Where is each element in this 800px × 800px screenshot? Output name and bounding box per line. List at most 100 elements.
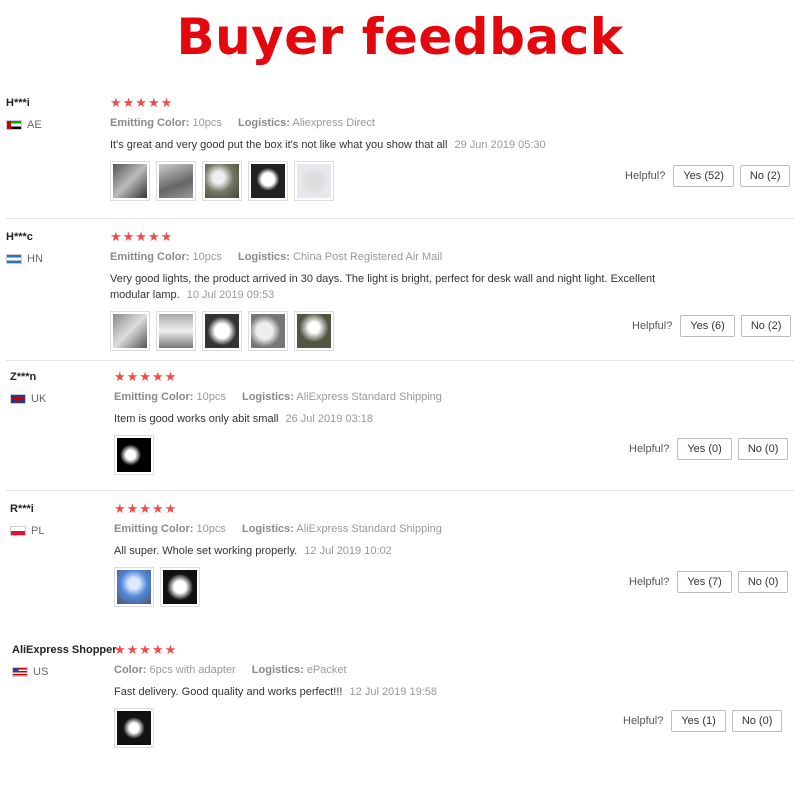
review-photo-thumb[interactable] (114, 567, 154, 607)
helpful-label: Helpful? (623, 715, 664, 727)
review-photo-thumb[interactable] (160, 567, 200, 607)
logistics-value: Aliexpress Direct (292, 117, 375, 129)
helpful-no-button[interactable]: No (2) (740, 315, 792, 337)
attribute-label: Emitting Color: (114, 523, 194, 535)
attribute-label: Emitting Color: (110, 251, 190, 263)
review-body: All super. Whole set working properly. (114, 545, 298, 557)
reviewer-info: R***i PL (10, 503, 110, 537)
review-content: ★★★★★ Emitting Color: 10pcs Logistics: C… (110, 229, 690, 351)
helpful-no-button[interactable]: No (2) (739, 165, 791, 187)
star-rating: ★★★★★ (110, 229, 174, 244)
reviewer-name: H***i (6, 97, 30, 109)
helpful-vote: Helpful? Yes (1) No (0) (623, 710, 783, 732)
logistics-value: AliExpress Standard Shipping (296, 391, 442, 403)
review-photo-thumb[interactable] (156, 311, 196, 351)
helpful-label: Helpful? (629, 443, 670, 455)
review-photo-thumb[interactable] (202, 311, 242, 351)
country-code: PL (31, 525, 45, 537)
logistics-value: ePacket (306, 664, 347, 676)
logistics-label: Logistics: (241, 391, 294, 403)
reviewer-name: H***c (6, 231, 33, 243)
attribute-value: 10pcs (196, 523, 226, 535)
review-body: Fast delivery. Good quality and works pe… (114, 686, 343, 698)
review-meta: Color: 6pcs with adapter Logistics: ePac… (114, 664, 437, 676)
reviewer-country: AE (6, 119, 106, 131)
review-photo-thumb[interactable] (248, 311, 288, 351)
review-photo-thumb[interactable] (156, 161, 196, 201)
flag-icon (10, 526, 26, 536)
review-divider (6, 360, 794, 361)
reviewer-info: H***i AE (6, 97, 106, 131)
star-rating: ★★★★★ (114, 501, 178, 516)
reviewer-name: R***i (10, 503, 34, 515)
review-body: It's great and very good put the box it'… (110, 139, 448, 151)
logistics-label: Logistics: (237, 251, 290, 263)
helpful-yes-button[interactable]: Yes (52) (673, 165, 734, 187)
attribute-label: Color: (114, 664, 147, 676)
attribute-value: 6pcs with adapter (149, 664, 236, 676)
review-photos (114, 708, 437, 748)
helpful-vote: Helpful? Yes (52) No (2) (625, 165, 791, 187)
attribute-label: Emitting Color: (110, 117, 190, 129)
reviewer-name: Z***n (10, 371, 37, 383)
review-meta: Emitting Color: 10pcs Logistics: AliExpr… (114, 523, 442, 535)
helpful-vote: Helpful? Yes (6) No (2) (632, 315, 792, 337)
star-rating: ★★★★★ (114, 369, 178, 384)
attribute-value: 10pcs (196, 391, 226, 403)
attribute-value: 10pcs (192, 251, 222, 263)
country-code: US (33, 666, 49, 678)
attribute-label: Emitting Color: (114, 391, 194, 403)
review-date: 12 Jul 2019 19:58 (349, 686, 437, 698)
review-content: ★★★★★ Color: 6pcs with adapter Logistics… (114, 643, 437, 748)
review-meta: Emitting Color: 10pcs Logistics: AliExpr… (114, 391, 442, 403)
review-text: It's great and very good put the box it'… (110, 137, 546, 153)
helpful-yes-button[interactable]: Yes (7) (677, 571, 732, 593)
review-content: ★★★★★ Emitting Color: 10pcs Logistics: A… (114, 369, 442, 475)
star-rating: ★★★★★ (110, 95, 174, 110)
logistics-value: China Post Registered Air Mail (293, 251, 443, 263)
review-photo-thumb[interactable] (294, 311, 334, 351)
review-divider (6, 490, 794, 491)
reviewer-info: Z***n UK (10, 371, 110, 405)
country-code: UK (31, 393, 47, 405)
review-meta: Emitting Color: 10pcs Logistics: Aliexpr… (110, 117, 546, 129)
helpful-no-button[interactable]: No (0) (737, 571, 789, 593)
reviewer-country: PL (10, 525, 110, 537)
review-text: Fast delivery. Good quality and works pe… (114, 684, 437, 700)
helpful-label: Helpful? (632, 320, 673, 332)
helpful-vote: Helpful? Yes (7) No (0) (629, 571, 789, 593)
reviewer-info: H***c HN (6, 231, 106, 265)
helpful-yes-button[interactable]: Yes (0) (677, 438, 732, 460)
review-content: ★★★★★ Emitting Color: 10pcs Logistics: A… (114, 501, 442, 607)
helpful-vote: Helpful? Yes (0) No (0) (629, 438, 789, 460)
review-photo-thumb[interactable] (248, 161, 288, 201)
review-photo-thumb[interactable] (202, 161, 242, 201)
reviewer-country: US (12, 666, 112, 678)
flag-icon (6, 254, 22, 264)
helpful-no-button[interactable]: No (0) (737, 438, 789, 460)
helpful-yes-button[interactable]: Yes (6) (680, 315, 735, 337)
review-divider (6, 218, 794, 219)
logistics-label: Logistics: (251, 664, 304, 676)
review-photos (110, 161, 546, 201)
country-code: HN (27, 253, 43, 265)
helpful-yes-button[interactable]: Yes (1) (671, 710, 726, 732)
review-photo-thumb[interactable] (114, 435, 154, 475)
logistics-label: Logistics: (241, 523, 294, 535)
review-date: 10 Jul 2019 09:53 (186, 289, 275, 301)
helpful-no-button[interactable]: No (0) (731, 710, 783, 732)
reviewer-info: AliExpress Shopper US (12, 644, 117, 678)
review-photo-thumb[interactable] (110, 311, 150, 351)
review-date: 26 Jul 2019 03:18 (285, 413, 373, 425)
review-text: Very good lights, the product arrived in… (110, 271, 690, 303)
attribute-value: 10pcs (192, 117, 222, 129)
review-photos (114, 567, 442, 607)
review-photo-thumb[interactable] (114, 708, 154, 748)
review-photos (110, 311, 690, 351)
review-photo-thumb[interactable] (294, 161, 334, 201)
review-content: ★★★★★ Emitting Color: 10pcs Logistics: A… (110, 95, 546, 201)
helpful-label: Helpful? (625, 170, 666, 182)
review-date: 12 Jul 2019 10:02 (304, 545, 392, 557)
review-body: Item is good works only abit small (114, 413, 279, 425)
review-photo-thumb[interactable] (110, 161, 150, 201)
